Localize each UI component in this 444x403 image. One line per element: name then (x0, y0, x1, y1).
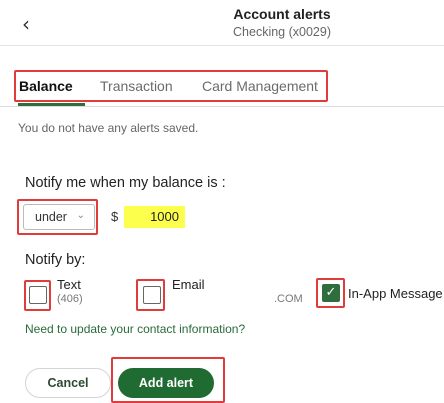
email-option-address: .COM (274, 293, 303, 305)
chevron-down-icon: ⌄ (76, 210, 85, 221)
page-header: ‹ Account alerts Checking (x0029) (0, 0, 444, 46)
currency-symbol: $ (111, 209, 119, 224)
no-alerts-message: You do not have any alerts saved. (18, 121, 199, 135)
page-subtitle: Checking (x0029) (233, 25, 331, 39)
text-option-phone: (406) (57, 293, 83, 305)
email-option-label: Email (172, 277, 205, 292)
tabs-divider (0, 106, 444, 107)
condition-select-value: under (35, 210, 67, 224)
text-option-label: Text (57, 277, 81, 292)
notify-by-label: Notify by: (25, 252, 86, 268)
in-app-checkbox[interactable]: ✓ (322, 284, 340, 302)
text-checkbox[interactable] (29, 286, 47, 304)
page-title: Account alerts (233, 6, 331, 22)
in-app-option-label: In-App Message (348, 286, 443, 301)
email-checkbox[interactable] (143, 286, 161, 304)
amount-input[interactable]: 1000 (124, 206, 185, 228)
tab-transaction[interactable]: Transaction (100, 78, 173, 94)
condition-select[interactable]: under ⌄ (23, 204, 95, 230)
tab-balance[interactable]: Balance (19, 78, 73, 94)
balance-condition-label: Notify me when my balance is : (25, 175, 226, 191)
cancel-button[interactable]: Cancel (25, 368, 111, 398)
active-tab-indicator (18, 103, 85, 106)
add-alert-button[interactable]: Add alert (118, 368, 214, 398)
tab-card-management[interactable]: Card Management (202, 78, 318, 94)
update-contact-link[interactable]: Need to update your contact information? (25, 322, 245, 336)
